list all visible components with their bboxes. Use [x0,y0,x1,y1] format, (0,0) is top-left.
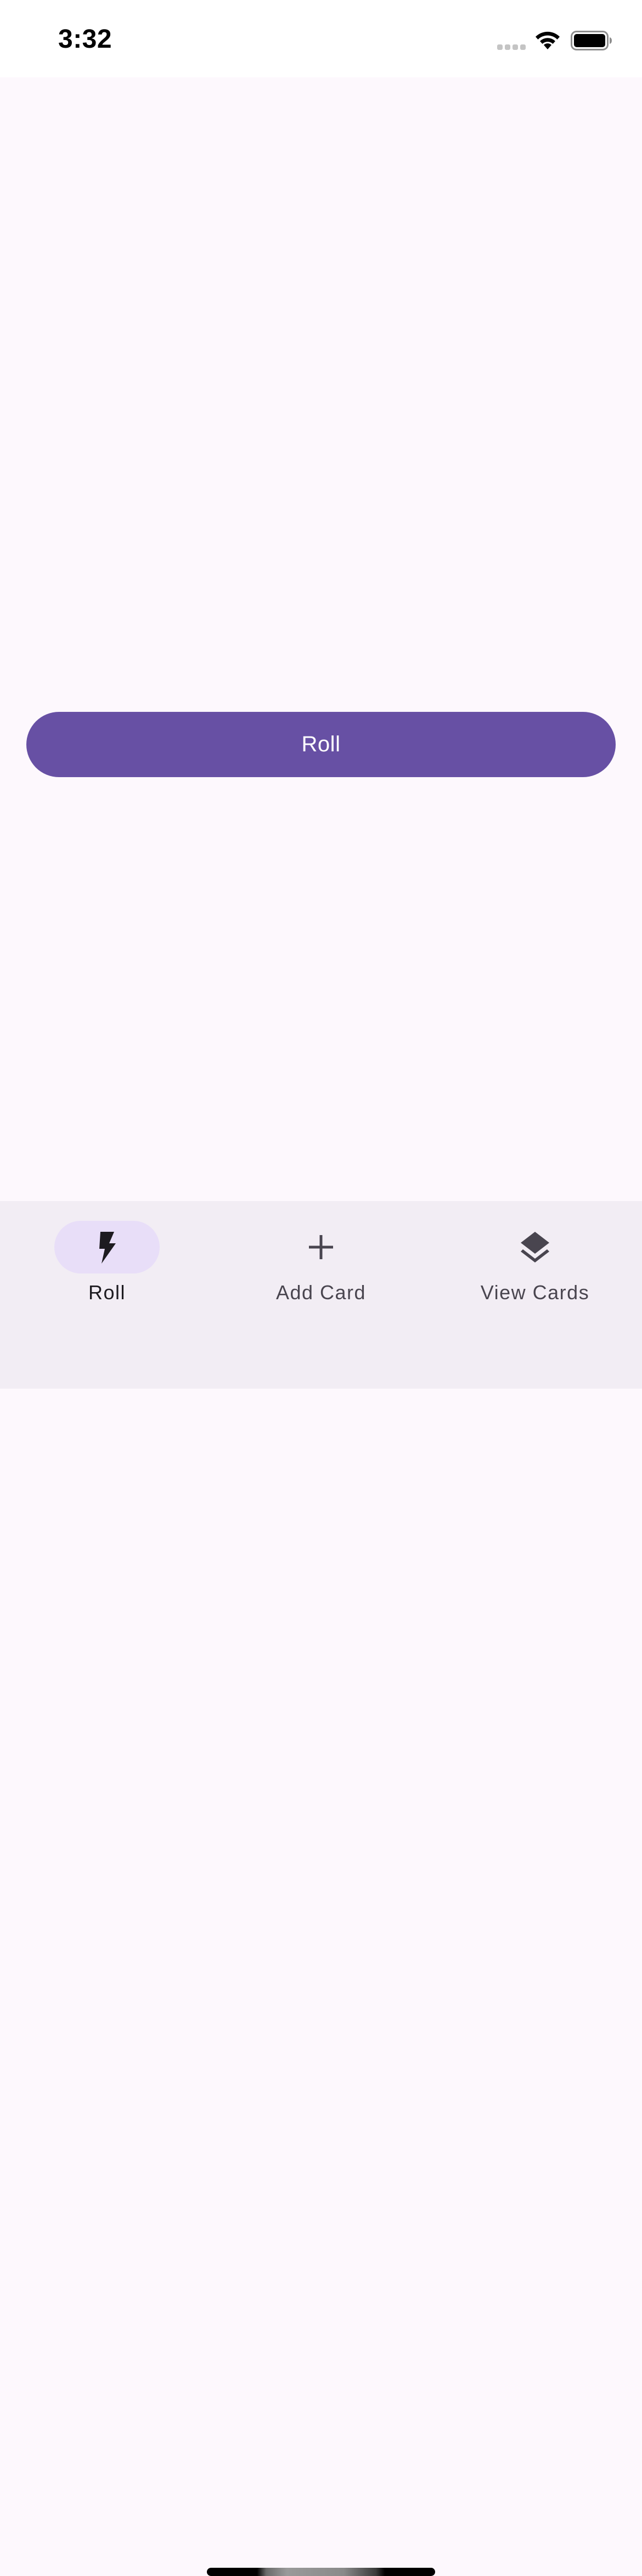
status-time: 3:32 [58,25,112,54]
home-indicator[interactable] [207,2568,435,2576]
roll-screen: Roll [0,77,642,1201]
nav-label-roll: Roll [88,1281,126,1304]
bolt-icon [99,1232,116,1264]
bottom-navigation-bar: Roll Add Card View Cards [0,1201,642,2576]
roll-button[interactable]: Roll [26,712,616,777]
plus-icon [309,1235,333,1259]
nav-item-add-card[interactable]: Add Card [214,1201,428,1311]
nav-label-view-cards: View Cards [480,1281,590,1304]
indicator-slot [268,1221,374,1273]
nav-label-add-card: Add Card [275,1281,367,1304]
nav-item-view-cards[interactable]: View Cards [428,1201,642,1311]
indicator-slot [482,1221,588,1273]
active-indicator [54,1221,160,1273]
layers-icon [521,1232,549,1262]
battery-icon [571,31,612,50]
wifi-icon [536,31,560,49]
status-bar: 3:32 [0,0,642,77]
cellular-signal-icon [497,44,526,50]
nav-item-roll[interactable]: Roll [0,1201,214,1311]
